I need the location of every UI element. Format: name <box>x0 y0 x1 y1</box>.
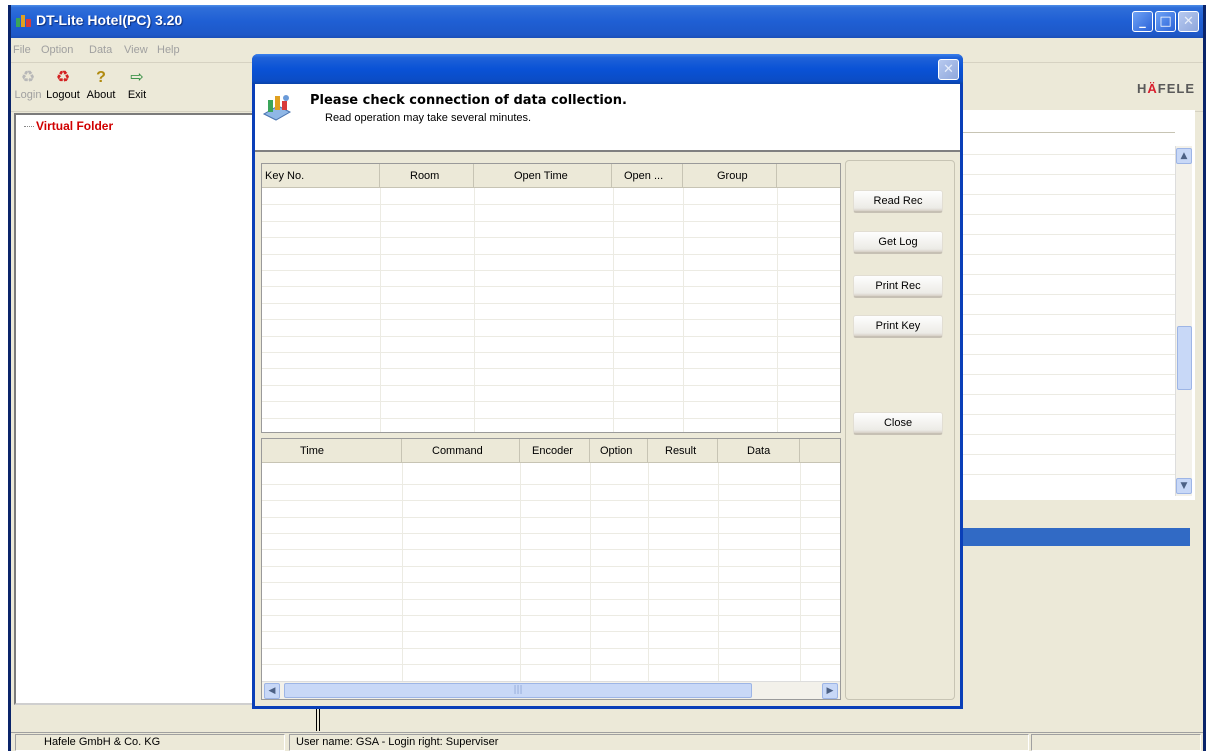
login-button[interactable]: ♻ Login <box>11 67 48 101</box>
scroll-left-button[interactable]: ◀ <box>264 683 280 699</box>
app-icon <box>16 15 31 27</box>
col-open-time[interactable]: Open Time <box>474 164 612 188</box>
exit-door-icon: ⇨ <box>130 69 144 86</box>
scroll-right-button[interactable]: ▶ <box>822 683 838 699</box>
col-room[interactable]: Room <box>380 164 474 188</box>
login-label: Login <box>14 89 42 101</box>
tree-item-virtual-folder[interactable]: Virtual Folder <box>24 119 113 133</box>
dialog-close-button[interactable]: ✕ <box>938 59 959 80</box>
dialog-header-title: Please check connection of data collecti… <box>310 93 627 108</box>
selected-row-bar[interactable] <box>950 528 1190 546</box>
status-empty <box>1031 734 1201 751</box>
about-button[interactable]: ? About <box>81 67 121 101</box>
main-titlebar[interactable]: DT-Lite Hotel(PC) 3.20 _ □ ✕ <box>11 5 1203 38</box>
menu-view[interactable]: View <box>124 44 148 56</box>
scroll-up-button[interactable]: ▲ <box>1176 148 1192 164</box>
menu-help[interactable]: Help <box>157 44 180 56</box>
get-log-button[interactable]: Get Log <box>853 231 943 254</box>
about-label: About <box>86 89 116 101</box>
hafele-logo: HÄFELE <box>1137 81 1195 96</box>
col-time[interactable]: Time <box>262 439 402 463</box>
menu-file[interactable]: File <box>13 44 31 56</box>
print-key-button[interactable]: Print Key <box>853 315 943 338</box>
recycle-red-icon: ♻ <box>55 69 71 86</box>
menu-option[interactable]: Option <box>41 44 73 56</box>
log-table-header: Time Command Encoder Option Result Data <box>262 439 840 463</box>
col-result[interactable]: Result <box>648 439 718 463</box>
records-table[interactable]: Key No. Room Open Time Open ... Group <box>261 163 841 433</box>
log-table[interactable]: Time Command Encoder Option Result Data … <box>261 438 841 700</box>
col-open-status[interactable]: Open ... <box>612 164 683 188</box>
close-button[interactable]: Close <box>853 412 943 435</box>
exit-button[interactable]: ⇨ Exit <box>117 67 157 101</box>
status-bar: Hafele GmbH & Co. KG User name: GSA - Lo… <box>11 732 1203 751</box>
col-command[interactable]: Command <box>402 439 520 463</box>
logo-suffix: FELE <box>1157 81 1195 96</box>
col-encoder[interactable]: Encoder <box>520 439 590 463</box>
logout-button[interactable]: ♻ Logout <box>43 67 83 101</box>
window-title: DT-Lite Hotel(PC) 3.20 <box>36 12 183 28</box>
question-icon: ? <box>96 69 106 86</box>
scroll-thumb[interactable] <box>1177 326 1192 390</box>
read-rec-button[interactable]: Read Rec <box>853 190 943 213</box>
log-hscroll[interactable]: ◀ ||| ▶ <box>262 681 840 699</box>
logo-h: H <box>1136 81 1148 96</box>
status-user: User name: GSA - Login right: Superviser <box>289 734 1029 751</box>
data-collection-icon <box>262 95 292 121</box>
print-rec-button[interactable]: Print Rec <box>853 275 943 298</box>
menu-data[interactable]: Data <box>89 44 112 56</box>
col-group[interactable]: Group <box>683 164 777 188</box>
logout-label: Logout <box>46 89 80 101</box>
recycle-icon: ♻ <box>20 69 36 86</box>
main-list-vscroll[interactable]: ▲ ▼ <box>1175 146 1192 496</box>
close-window-button[interactable]: ✕ <box>1178 11 1199 32</box>
records-table-header: Key No. Room Open Time Open ... Group <box>262 164 840 188</box>
scroll-down-button[interactable]: ▼ <box>1176 478 1192 494</box>
dialog-titlebar[interactable]: ✕ <box>252 54 963 84</box>
main-list-grid <box>950 132 1175 492</box>
col-key-no[interactable]: Key No. <box>262 164 380 188</box>
status-company: Hafele GmbH & Co. KG <box>15 734 285 751</box>
col-option[interactable]: Option <box>590 439 648 463</box>
col-data[interactable]: Data <box>718 439 800 463</box>
data-collection-dialog: ✕ Please check connection of data collec… <box>252 54 963 709</box>
hscroll-thumb[interactable]: ||| <box>284 683 752 698</box>
maximize-button[interactable]: □ <box>1155 11 1176 32</box>
dialog-header-subtitle: Read operation may take several minutes. <box>325 112 532 124</box>
logo-accent: Ä <box>1147 81 1158 96</box>
dialog-button-panel: Read Rec Get Log Print Rec Print Key Clo… <box>845 160 955 700</box>
exit-label: Exit <box>127 89 147 101</box>
dialog-header: Please check connection of data collecti… <box>255 84 960 152</box>
minimize-button[interactable]: _ <box>1132 11 1153 32</box>
